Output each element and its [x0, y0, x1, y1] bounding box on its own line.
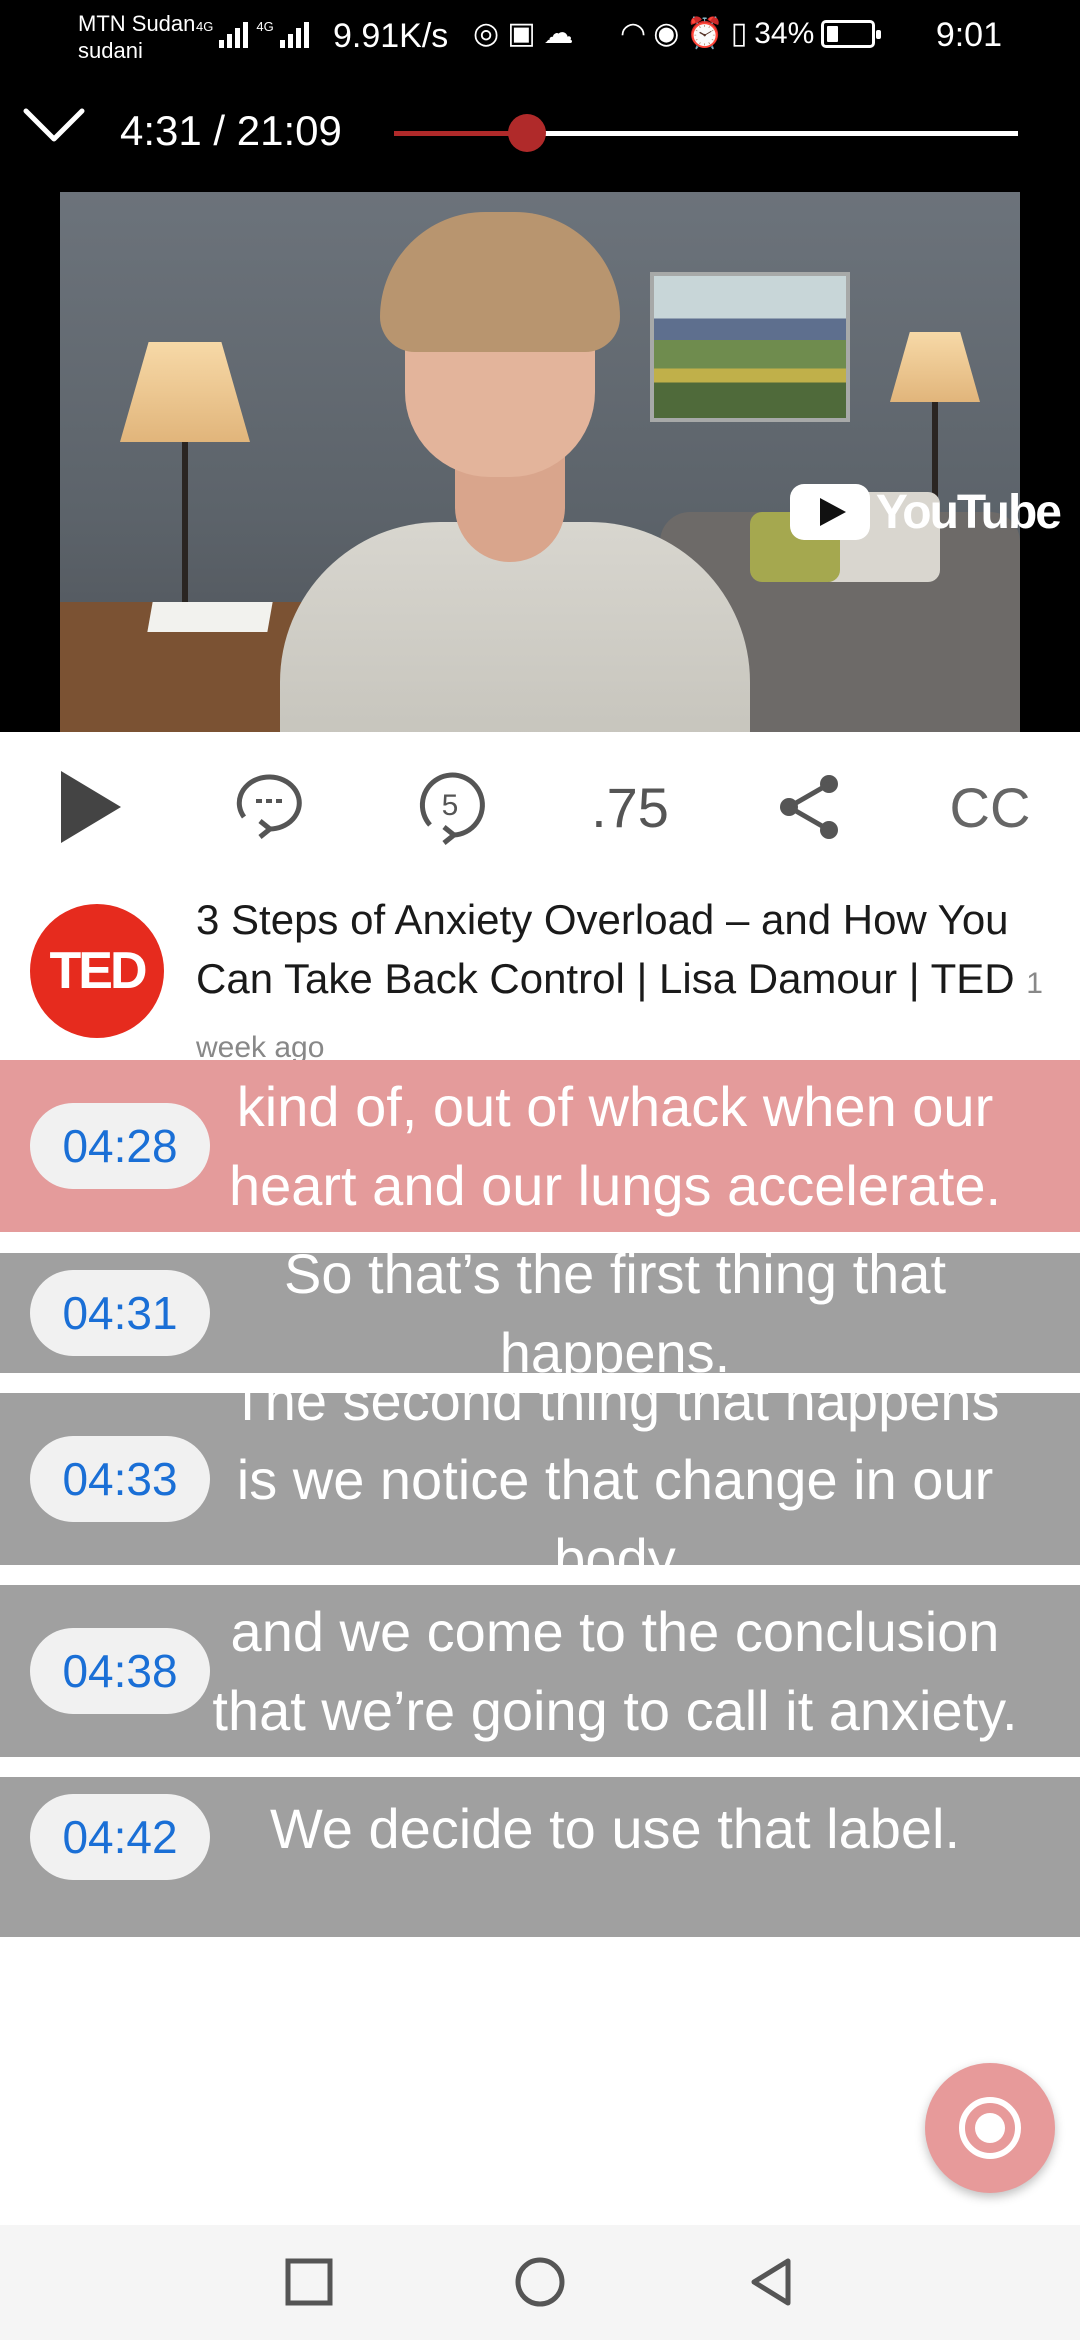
captions-button[interactable]: CC: [930, 732, 1050, 882]
carrier-name: MTN Sudan: [78, 11, 196, 36]
video-frame[interactable]: [60, 192, 1020, 732]
svg-text:5: 5: [442, 789, 459, 822]
vibrate-icon: ▯: [730, 17, 748, 50]
navigation-bar: [0, 2225, 1080, 2340]
video-title: 3 Steps of Anxiety Overload – and How Yo…: [196, 896, 1015, 1002]
cloud-icon: ☁: [543, 17, 574, 50]
record-button[interactable]: [925, 2063, 1055, 2193]
youtube-label: YouTube: [875, 485, 1062, 539]
youtube-play-icon: [789, 484, 870, 540]
timestamp-pill[interactable]: 04:38: [30, 1628, 210, 1714]
system-icons: ◠ ◉ ⏰ ▯ 34%: [620, 16, 882, 51]
battery-percent: 34%: [754, 16, 815, 50]
eye-icon: ◉: [653, 17, 680, 50]
app-notification-icon: ▣: [507, 17, 536, 50]
background-painting: [650, 272, 850, 422]
share-icon: [780, 775, 838, 839]
rewind-5-icon: 5: [419, 772, 485, 845]
home-icon[interactable]: [513, 2255, 567, 2309]
battery-icon: [821, 19, 882, 48]
subtitle-sync-button[interactable]: [210, 732, 330, 882]
chat-loop-icon: [236, 774, 302, 839]
share-button[interactable]: [750, 732, 870, 882]
transcript-text: and we come to the conclusion that we’re…: [212, 1600, 1018, 1742]
seek-played: [394, 131, 528, 136]
player-header: 4:31 / 21:09: [0, 75, 1080, 192]
clock: 9:01: [935, 16, 1002, 54]
playback-controls: 5 .75 CC: [0, 732, 1080, 882]
timestamp-pill[interactable]: 04:28: [30, 1103, 210, 1189]
signal-icons: 4G 4G: [196, 18, 309, 48]
youtube-watermark: YouTube: [789, 484, 1062, 540]
playback-time: 4:31 / 21:09: [120, 107, 342, 154]
recents-icon[interactable]: [282, 2255, 336, 2309]
transcript-row[interactable]: 04:33 The second thing that happens is w…: [0, 1369, 1080, 1590]
rewind-5-button[interactable]: 5: [390, 732, 510, 882]
transcript-row[interactable]: 04:31 So that’s the first thing that hap…: [0, 1242, 1080, 1384]
carrier-info: MTN Sudan sudani: [78, 10, 195, 64]
alarm-icon: ⏰: [686, 17, 724, 50]
record-icon: [959, 2097, 1021, 2159]
transcript-text: We decide to use that label.: [269, 1797, 961, 1860]
seek-thumb[interactable]: [508, 114, 547, 152]
transcript-row-active[interactable]: 04:28 kind of, out of whack when our hea…: [0, 1060, 1080, 1232]
channel-logo[interactable]: TED: [30, 904, 164, 1038]
status-bar: MTN Sudan sudani 4G 4G 9.91K/s ◎ ▣ ☁ ◠ ◉…: [0, 0, 1080, 75]
seek-bar[interactable]: [394, 114, 1018, 152]
timestamp-pill[interactable]: 04:42: [30, 1794, 210, 1880]
transcript-text: kind of, out of whack when our heart and…: [228, 1075, 1002, 1217]
signal-icon: 4G: [196, 18, 249, 48]
timestamp-pill[interactable]: 04:31: [30, 1270, 210, 1356]
notification-icons: ◎ ▣ ☁: [473, 16, 574, 51]
transcript-text: The second thing that happens is we noti…: [230, 1368, 1000, 1590]
play-icon: [61, 771, 121, 843]
playback-speed-button[interactable]: .75: [570, 732, 690, 882]
chevron-down-icon[interactable]: [22, 105, 86, 145]
transcript-list[interactable]: 04:28 kind of, out of whack when our hea…: [0, 1060, 1080, 2225]
transcript-row[interactable]: 04:42 We decide to use that label.: [0, 1777, 1080, 1937]
video-info: TED 3 Steps of Anxiety Overload – and Ho…: [0, 882, 1080, 1064]
signal-icon-2: 4G: [256, 18, 309, 48]
back-icon[interactable]: [744, 2255, 798, 2309]
network-speed: 9.91K/s: [333, 17, 449, 55]
play-button[interactable]: [30, 732, 150, 882]
video-player[interactable]: YouTube: [0, 192, 1080, 732]
headphones-icon: ◠: [620, 17, 647, 50]
instagram-icon: ◎: [473, 17, 500, 50]
timestamp-pill[interactable]: 04:33: [30, 1436, 210, 1522]
carrier-subname: sudani: [78, 38, 143, 63]
transcript-row[interactable]: 04:38 and we come to the conclusion that…: [0, 1585, 1080, 1757]
video-title-block: 3 Steps of Anxiety Overload – and How Yo…: [196, 890, 1056, 1077]
